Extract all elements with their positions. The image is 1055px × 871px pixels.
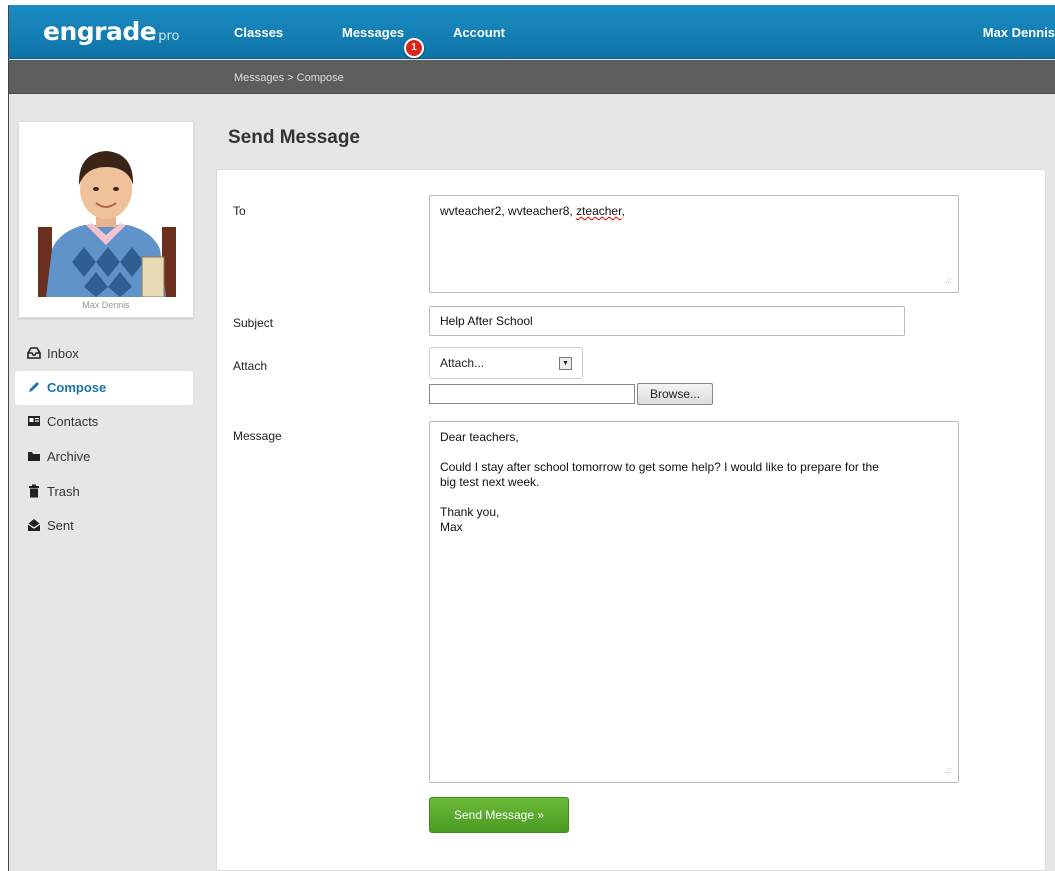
sidebar-item-sent[interactable]: Sent <box>15 509 193 543</box>
send-message-button[interactable]: Send Message » <box>429 797 569 833</box>
attach-select-value: Attach... <box>440 356 485 370</box>
logo-text: engrade <box>43 17 157 46</box>
sidebar-item-trash[interactable]: Trash <box>15 475 193 509</box>
message-field[interactable]: Dear teachers, Could I stay after school… <box>429 421 959 783</box>
profile-name: Max Dennis <box>82 300 130 310</box>
to-recipients: wvteacher2, wvteacher8, <box>440 204 577 218</box>
sidebar-item-label: Sent <box>47 518 74 533</box>
subject-value: Help After School <box>440 314 533 328</box>
page-title: Send Message <box>228 127 360 148</box>
sidebar-item-compose[interactable]: Compose <box>15 371 193 405</box>
profile-card: Max Dennis <box>18 121 194 318</box>
attach-select[interactable]: Attach... ▼ <box>429 347 583 379</box>
message-line: Could I stay after school tomorrow to ge… <box>440 460 879 474</box>
resize-grip-icon[interactable]: .:: <box>945 763 952 778</box>
sidebar-item-label: Inbox <box>47 346 79 361</box>
logo[interactable]: engrade pro <box>43 17 179 46</box>
avatar <box>24 127 188 297</box>
to-field[interactable]: wvteacher2, wvteacher8, zteacher, .:: <box>429 195 959 293</box>
message-line: Dear teachers, <box>440 430 519 444</box>
user-menu[interactable]: Max Dennis <box>983 25 1055 40</box>
logo-suffix: pro <box>158 29 180 44</box>
file-path-input[interactable] <box>429 384 635 404</box>
sidebar-item-archive[interactable]: Archive <box>15 440 193 474</box>
top-navbar: engrade pro Classes Messages 1 Account Ma… <box>9 5 1055 59</box>
subject-field[interactable]: Help After School <box>429 306 905 336</box>
message-line: Max <box>440 520 463 534</box>
messages-badge: 1 <box>404 38 424 58</box>
chevron-down-icon: ▼ <box>559 357 572 370</box>
sidebar-item-contacts[interactable]: Contacts <box>15 405 193 439</box>
breadcrumb: Messages > Compose <box>234 72 344 84</box>
message-line: big test next week. <box>440 475 540 489</box>
sidebar-item-label: Compose <box>47 380 107 395</box>
inbox-icon <box>27 339 41 359</box>
nav-account[interactable]: Account <box>453 25 505 40</box>
app-frame: engrade pro Classes Messages 1 Account Ma… <box>8 5 1055 871</box>
to-recipient-flagged: zteacher <box>576 204 622 218</box>
trash-icon <box>27 477 41 498</box>
sidebar-item-label: Contacts <box>47 414 99 429</box>
subject-label: Subject <box>233 316 274 330</box>
to-trailing-comma: , <box>621 204 625 218</box>
breadcrumb-bar: Messages > Compose <box>9 60 1055 94</box>
compose-form: To wvteacher2, wvteacher8, zteacher, .::… <box>216 169 1046 871</box>
resize-grip-icon[interactable]: .:: <box>945 273 952 288</box>
folder-icon <box>27 442 41 461</box>
sent-icon <box>27 511 41 531</box>
message-label: Message <box>233 429 282 443</box>
sidebar-item-label: Trash <box>47 484 80 499</box>
pencil-icon <box>27 373 41 392</box>
sidebar-item-label: Archive <box>47 449 91 464</box>
sidebar-item-inbox[interactable]: Inbox <box>15 337 193 371</box>
contacts-icon <box>27 407 41 426</box>
message-line: Thank you, <box>440 505 500 519</box>
attach-label: Attach <box>233 359 268 373</box>
nav-classes[interactable]: Classes <box>234 25 283 40</box>
browse-button[interactable]: Browse... <box>637 383 713 405</box>
nav-messages[interactable]: Messages <box>342 25 404 40</box>
to-label: To <box>233 204 246 218</box>
